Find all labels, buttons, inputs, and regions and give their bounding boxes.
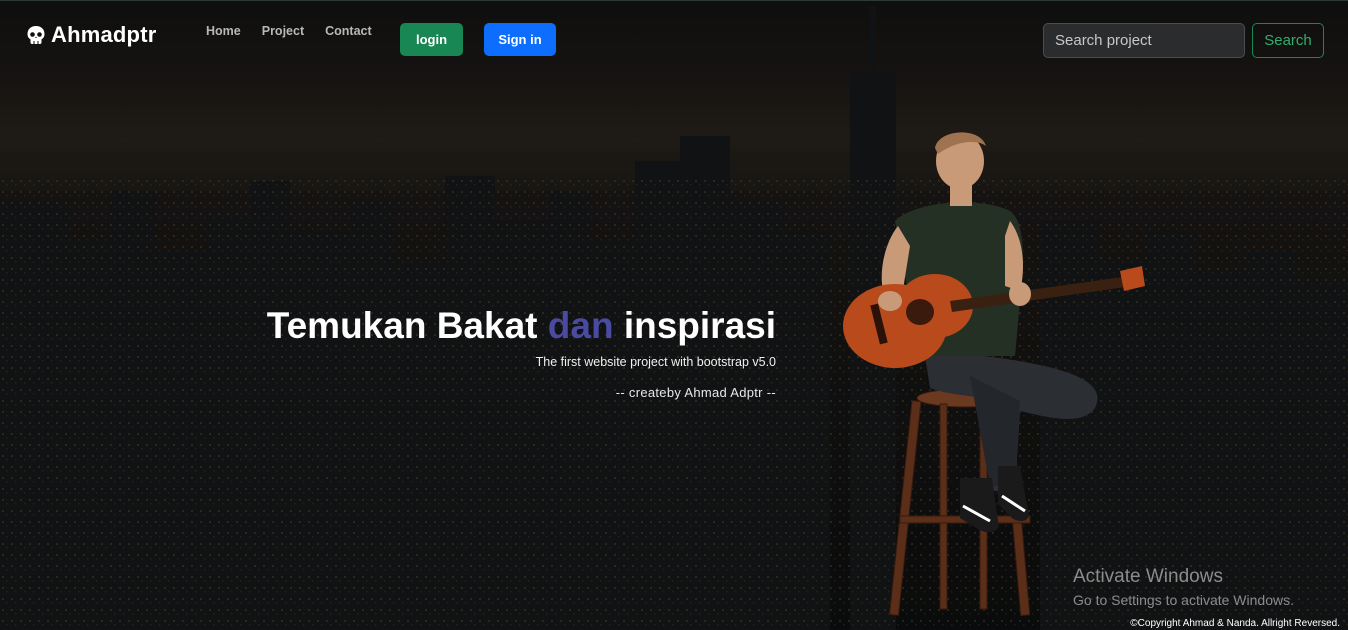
hero-title-part2: inspirasi [613, 305, 776, 346]
hero-credit: -- createby Ahmad Adptr -- [615, 385, 776, 400]
activate-windows-title: Activate Windows [1073, 566, 1223, 587]
hero-title: Temukan Bakat dan inspirasi [267, 303, 776, 349]
activate-windows-hint: Go to Settings to activate Windows. [1073, 592, 1294, 608]
skull-icon [27, 26, 45, 44]
hero-section: Temukan Bakat dan inspirasi The first we… [267, 303, 776, 400]
hero-title-part1: Temukan Bakat [266, 305, 548, 346]
nav-home[interactable]: Home [206, 24, 241, 38]
search-button[interactable]: Search [1252, 23, 1324, 58]
hero-subtitle: The first website project with bootstrap… [535, 355, 776, 369]
activate-windows-watermark: Activate Windows Go to Settings to activ… [1073, 566, 1294, 610]
nav-contact[interactable]: Contact [325, 24, 372, 38]
nav-links: Home Project Contact [206, 24, 393, 38]
search-input[interactable] [1043, 23, 1245, 58]
hero-title-accent: dan [547, 305, 614, 346]
signin-button[interactable]: Sign in [484, 23, 556, 56]
page: Ahmadptr Home Project Contact login Sign… [0, 0, 1348, 630]
brand-name: Ahmadptr [51, 22, 157, 47]
navbar: Ahmadptr Home Project Contact login Sign… [0, 1, 1348, 79]
footer-copyright: ©Copyright Ahmad & Nanda. Allright Rever… [1130, 618, 1340, 629]
login-button[interactable]: login [400, 23, 463, 56]
brand-logo[interactable]: Ahmadptr [26, 22, 157, 48]
guitarist-image [843, 132, 1145, 617]
nav-project[interactable]: Project [262, 24, 304, 38]
